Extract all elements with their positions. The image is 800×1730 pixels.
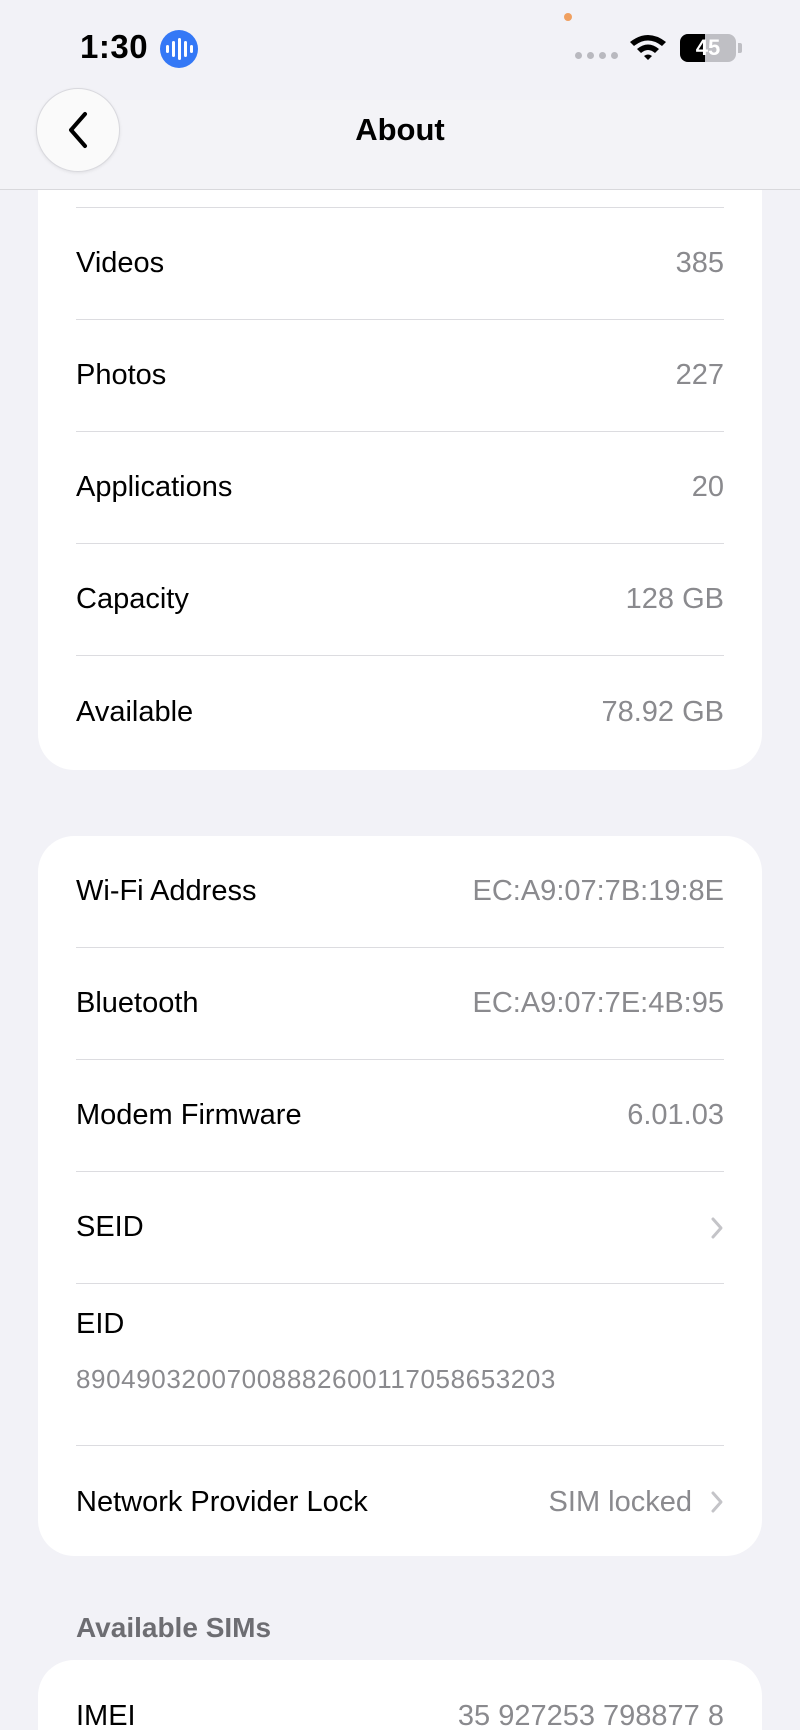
row-label: EID xyxy=(76,1308,125,1340)
row-label: Modem Firmware xyxy=(76,1099,302,1131)
row-label: Photos xyxy=(76,359,167,391)
row-label: IMEI xyxy=(76,1699,136,1730)
battery-nub xyxy=(738,43,742,53)
row-seid[interactable]: SEID xyxy=(76,1172,724,1284)
cellular-signal-icon xyxy=(575,52,618,59)
row-imei: IMEI 35 927253 798877 8 xyxy=(76,1660,724,1730)
battery-icon: 45 xyxy=(680,34,736,62)
row-value: 78.92 GB xyxy=(601,695,724,728)
row-label: Videos xyxy=(76,247,165,279)
battery-percent: 45 xyxy=(695,35,721,60)
row-eid: EID 89049032007008882600117058653203 xyxy=(76,1284,724,1446)
sims-card: IMEI 35 927253 798877 8 xyxy=(38,1660,762,1730)
row-capacity: Capacity 128 GB xyxy=(76,544,724,656)
storage-info-card: Videos 385 Photos 227 Applications 20 Capacity… xyxy=(38,120,762,770)
row-label: SEID xyxy=(76,1211,144,1243)
row-label: Network Provider Lock xyxy=(76,1485,368,1518)
row-wi-fi-address: Wi-Fi Address EC:A9:07:7B:19:8E xyxy=(76,836,724,948)
row-network-provider-lock[interactable]: Network Provider Lock SIM locked xyxy=(76,1446,724,1556)
chevron-right-icon xyxy=(711,1217,723,1238)
row-videos: Videos 385 xyxy=(76,208,724,320)
chevron-right-icon xyxy=(711,1491,723,1513)
row-bluetooth: Bluetooth EC:A9:07:7E:4B:95 xyxy=(76,948,724,1060)
row-label: Wi-Fi Address xyxy=(76,875,257,907)
row-label: Bluetooth xyxy=(76,987,199,1019)
row-value-text: SIM locked xyxy=(548,1485,692,1518)
row-available: Available 78.92 GB xyxy=(76,656,724,768)
row-value-text: 6.01.03 xyxy=(627,1099,724,1131)
status-time: 1:30 xyxy=(80,28,149,65)
row-value-text: EC:A9:07:7B:19:8E xyxy=(472,875,725,907)
row-value: EC:A9:07:7B:19:8E xyxy=(473,875,725,908)
section-header-available-sims: Available SIMs xyxy=(76,1612,272,1643)
row-value: 385 xyxy=(675,247,724,279)
row-modem-firmware: Modem Firmware 6.01.03 xyxy=(76,1060,724,1172)
eid-value: 89049032007008882600117058653203 xyxy=(76,1364,556,1394)
row-value-text: EC:A9:07:7E:4B:95 xyxy=(472,987,725,1019)
row-label: Capacity xyxy=(76,583,189,615)
row-value: 6.01.03 xyxy=(627,1099,724,1132)
row-value: 128 GB xyxy=(625,583,724,615)
row-applications: Applications 20 xyxy=(76,432,724,544)
row-label: Available xyxy=(76,695,194,728)
network-info-card: Wi-Fi Address EC:A9:07:7B:19:8E Bluetooth E… xyxy=(38,836,762,1556)
audio-recording-icon xyxy=(160,30,198,68)
row-value: EC:A9:07:7E:4B:95 xyxy=(473,987,725,1020)
status-bar: 1:30 45 xyxy=(0,0,800,100)
row-label: Applications xyxy=(76,471,233,503)
row-photos: Photos 227 xyxy=(76,320,724,432)
row-value: 35 927253 798877 8 xyxy=(457,1699,724,1730)
row-value: 20 xyxy=(691,471,724,503)
wifi-icon xyxy=(630,35,666,60)
page-title: About xyxy=(355,112,445,147)
row-value: SIM locked xyxy=(549,1486,724,1519)
row-value: 227 xyxy=(675,359,724,391)
privacy-indicator-dot xyxy=(564,13,572,21)
row-value xyxy=(692,1216,724,1240)
